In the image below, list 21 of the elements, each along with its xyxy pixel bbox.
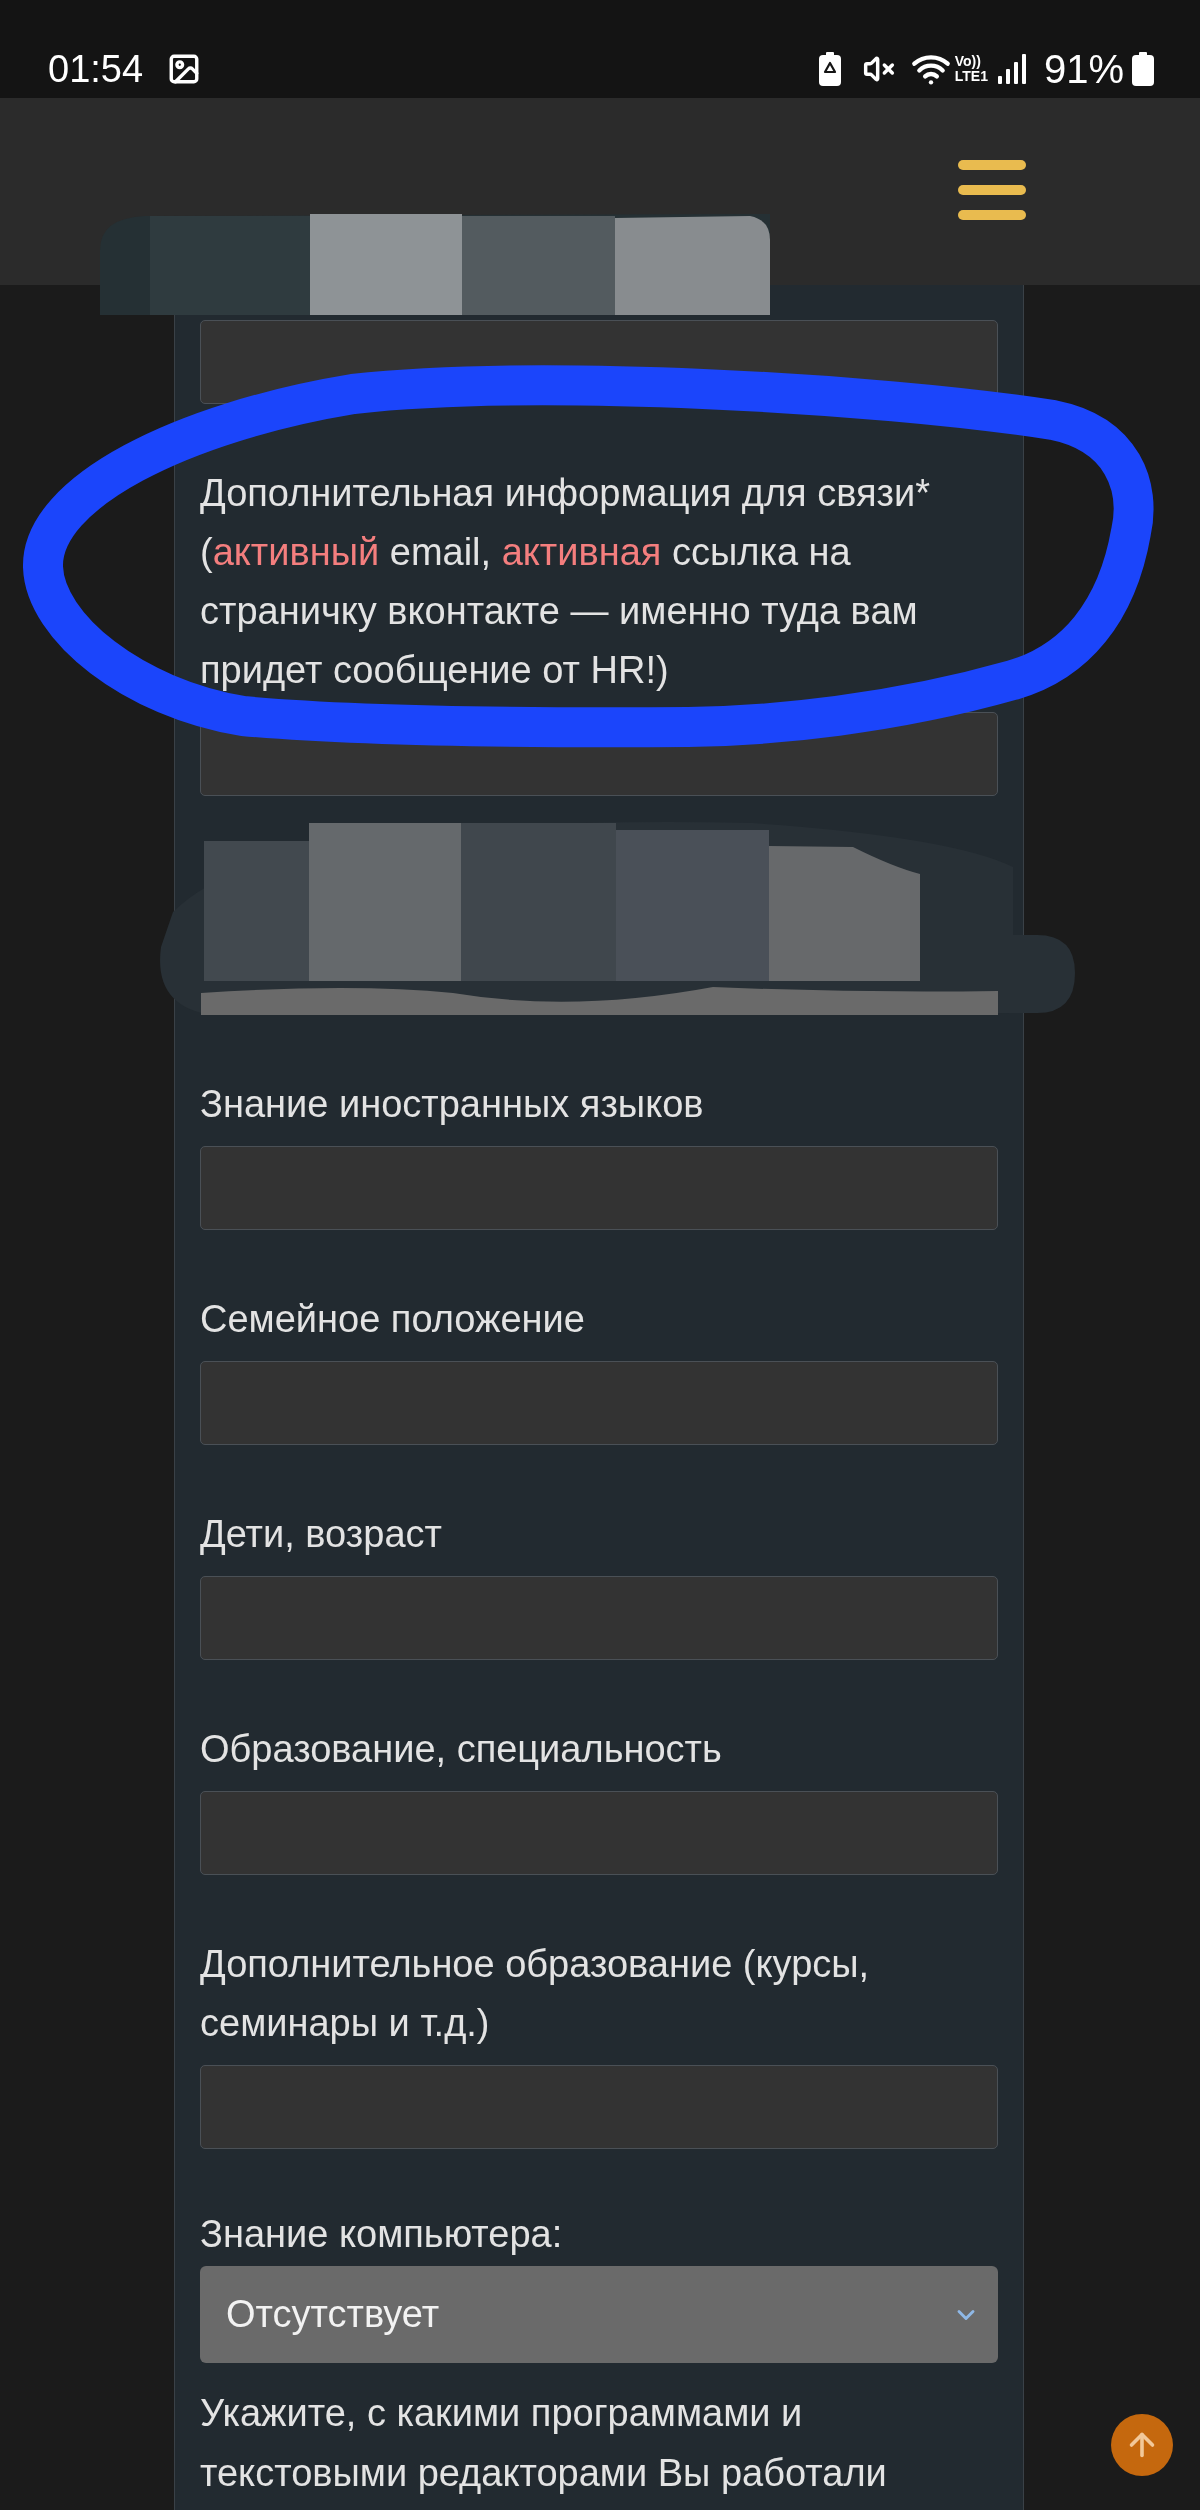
dropdown-select[interactable]: Отсутствует [200, 2266, 998, 2363]
text-input[interactable] [200, 1791, 998, 1875]
field-label: Дети, возраст [200, 1512, 443, 1557]
hint-text: Укажите, с какими программами и текстовыми редакторами Вы работали [200, 2391, 888, 2496]
field-label: Дополнительная информация для связи* (активный email, активная ссылка на страничку вконтакте — именно туда вам придет сообщение от HR!) [200, 471, 931, 693]
field-label: Знание компьютера: [200, 2212, 564, 2257]
clock-time: 01:54 [48, 47, 144, 91]
text-input[interactable] [200, 1576, 998, 1660]
text-input[interactable] [200, 2065, 998, 2149]
text-input[interactable] [200, 1361, 998, 1445]
menu-icon[interactable] [958, 160, 1026, 220]
network-label: LTE1 [954, 69, 988, 84]
battery-icon [1132, 52, 1154, 86]
field-label: Дополнительное образование (курсы, семинары и т.д.) [200, 1942, 871, 2046]
signal-icon [997, 54, 1026, 84]
text-input[interactable] [200, 1146, 998, 1230]
battery-percent: 91% [1043, 47, 1124, 91]
field-label: Семейное положение [200, 1297, 586, 1342]
field-label: Знание иностранных языков [200, 1082, 705, 1127]
field-label: Образование, специальность [200, 1727, 723, 1772]
network-label: Vo)) [954, 54, 981, 69]
